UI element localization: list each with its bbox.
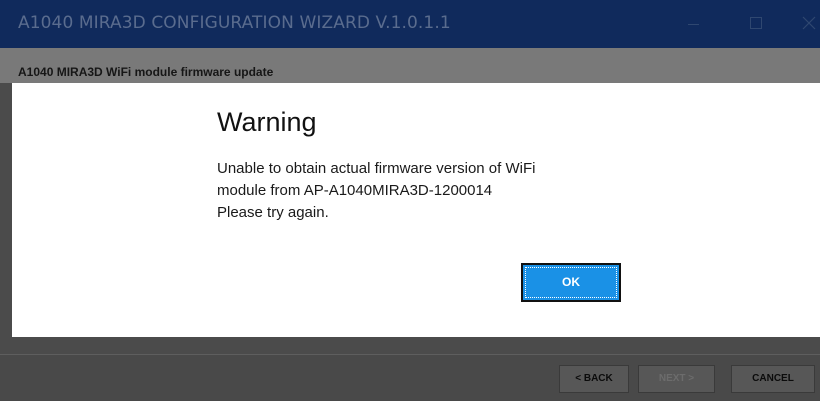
ok-button[interactable]: OK <box>521 263 621 302</box>
back-button[interactable]: < BACK <box>559 365 629 393</box>
dialog-heading: Warning <box>217 107 317 137</box>
dialog-message-line: module from AP-A1040MIRA3D-1200014 <box>217 182 493 199</box>
cancel-button[interactable]: CANCEL <box>731 365 815 393</box>
maximize-button[interactable] <box>722 0 776 48</box>
minimize-button[interactable] <box>660 0 714 48</box>
dialog-message: Unable to obtain actual firmware version… <box>217 158 535 224</box>
next-button[interactable]: NEXT > <box>638 365 715 393</box>
page-subheader: A1040 MIRA3D WiFi module firmware update <box>0 48 820 83</box>
wizard-footer: < BACK NEXT > CANCEL <box>0 355 820 401</box>
page-subtitle: A1040 MIRA3D WiFi module firmware update <box>18 65 274 79</box>
dialog-message-line: Please try again. <box>217 204 329 221</box>
wizard-window: A1040 MIRA3D CONFIGURATION WIZARD V.1.0.… <box>0 0 820 401</box>
warning-dialog: Warning Unable to obtain actual firmware… <box>12 83 820 337</box>
dialog-message-line: Unable to obtain actual firmware version… <box>217 160 536 177</box>
window-title: A1040 MIRA3D CONFIGURATION WIZARD V.1.0.… <box>18 13 451 33</box>
title-bar: A1040 MIRA3D CONFIGURATION WIZARD V.1.0.… <box>0 0 820 48</box>
close-button[interactable] <box>776 0 820 48</box>
close-icon <box>802 16 816 30</box>
